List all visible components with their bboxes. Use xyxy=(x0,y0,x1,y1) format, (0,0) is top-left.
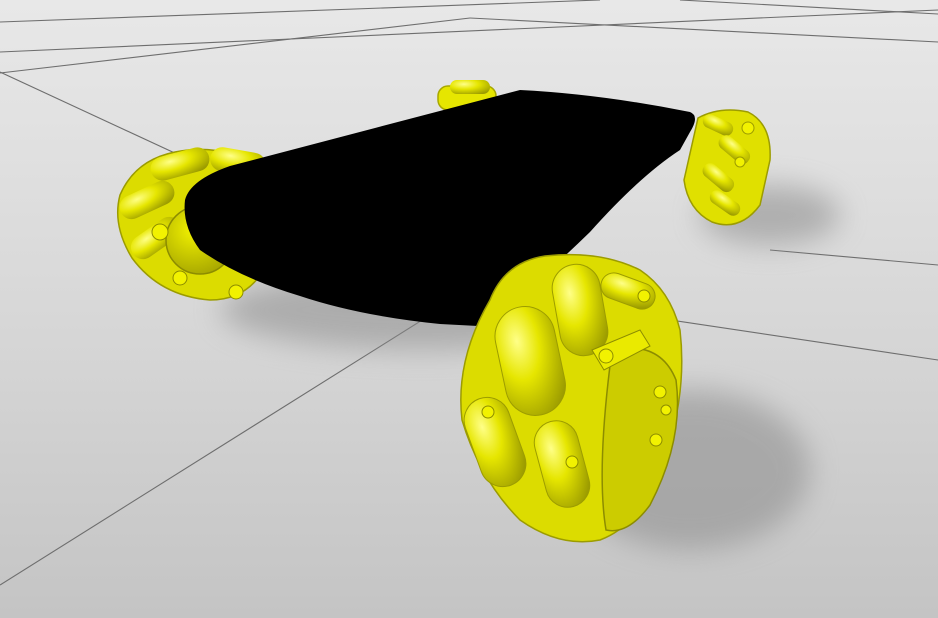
rear-right-mecanum-wheel xyxy=(683,109,771,226)
simulation-viewport xyxy=(0,0,938,618)
